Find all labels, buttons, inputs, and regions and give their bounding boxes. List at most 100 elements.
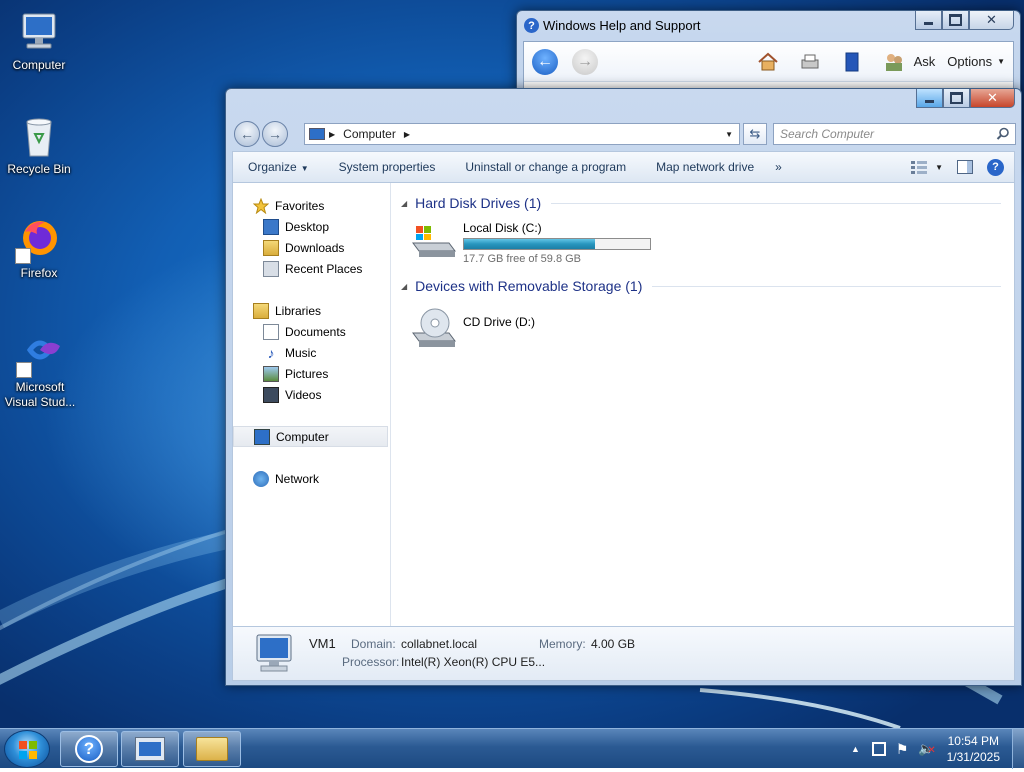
group-header-hard-disk-drives[interactable]: ◢ Hard Disk Drives (1) [401,195,1001,211]
nav-recent-places[interactable]: Recent Places [233,258,390,279]
more-commands-button[interactable]: » [769,160,788,174]
breadcrumb-chevron-icon[interactable]: ▶ [404,130,410,139]
nav-label: Music [285,345,317,360]
breadcrumb-computer[interactable]: Computer [343,127,396,141]
preview-pane-icon[interactable] [957,160,973,174]
help-button[interactable]: ? [987,158,1004,176]
view-options-icon[interactable]: ▼ [911,160,943,174]
show-desktop-button[interactable] [1012,729,1024,769]
maximize-button[interactable] [943,89,970,108]
nav-network[interactable]: Network [233,468,390,489]
home-icon[interactable] [756,50,780,74]
recycle-bin-icon [15,112,63,160]
nav-documents[interactable]: Documents [233,321,390,342]
organize-label: Organize [248,160,297,174]
forward-button[interactable]: → [572,48,598,75]
back-button[interactable]: ← [234,121,260,147]
nav-downloads[interactable]: Downloads [233,237,390,258]
desktop-icon-recycle-bin[interactable]: Recycle Bin [1,112,77,177]
window-title: Windows Help and Support [543,18,701,33]
videos-icon [263,386,279,403]
action-center-flag-icon[interactable]: ⚑ [896,741,909,758]
forward-button[interactable]: → [262,121,288,147]
back-button[interactable]: ← [532,48,558,75]
taskbar-explorer-button[interactable] [183,731,241,767]
ask-button[interactable]: Ask [914,54,936,69]
drive-name: Local Disk (C:) [463,221,542,235]
hard-drive-icon [409,221,457,261]
computer-icon [254,428,270,445]
nav-label: Videos [285,387,322,402]
taskbar-computer-button[interactable] [121,731,179,767]
minimize-button[interactable] [916,89,943,108]
group-header-removable-storage[interactable]: ◢ Devices with Removable Storage (1) [401,278,1001,294]
options-dropdown-icon[interactable]: ▼ [997,57,1005,66]
breadcrumb-separator-icon[interactable]: ▶ [329,130,335,139]
close-button[interactable]: ✕ [970,89,1015,108]
nav-label: Computer [276,429,329,444]
nav-label: Libraries [275,303,322,318]
explorer-window[interactable]: ✕ ← → ▶ Computer ▶ ▼ ⇆ Search Computer O… [225,88,1022,686]
print-icon[interactable] [798,50,822,74]
taskbar-help-button[interactable]: ? [60,731,118,767]
visual-studio-icon [16,330,64,378]
browse-help-icon[interactable] [840,50,864,74]
documents-icon [263,323,279,340]
map-network-drive-button[interactable]: Map network drive [641,160,769,174]
group-title: Devices with Removable Storage (1) [415,278,643,294]
nav-music[interactable]: ♪ Music [233,342,390,363]
organize-button[interactable]: Organize ▼ [233,160,324,174]
nav-label: Network [275,471,320,486]
clock[interactable]: 10:54 PM 1/31/2025 [947,733,1000,765]
nav-pictures[interactable]: Pictures [233,363,390,384]
refresh-button[interactable]: ⇆ [743,123,767,145]
group-divider [652,285,1001,287]
nav-label: Favorites [275,198,325,213]
uninstall-program-button[interactable]: Uninstall or change a program [450,160,641,174]
domain-label: Domain: [351,637,396,651]
address-bar[interactable]: ▶ Computer ▶ ▼ [304,123,740,145]
computer-icon [15,8,63,56]
memory-label: Memory: [539,637,586,651]
options-button[interactable]: Options [947,54,992,69]
nav-desktop[interactable]: Desktop [233,216,390,237]
drive-local-disk-c[interactable]: Local Disk (C:) 17.7 GB free of 59.8 GB [409,221,651,265]
desktop-icon-computer[interactable]: Computer [1,8,77,73]
taskbar: ? ▲ ⚑ 🔈 ✕ 10:54 PM 1/31/2025 [0,728,1024,769]
desktop-icon-firefox[interactable]: Firefox [1,216,77,281]
shortcut-arrow-icon [15,248,31,264]
clock-date: 1/31/2025 [946,750,1000,764]
drive-usage-fill [464,239,595,249]
address-row: ← → ▶ Computer ▶ ▼ ⇆ Search Computer [232,119,1016,149]
drive-cd-d[interactable]: CD Drive (D:) [409,305,535,351]
collapse-icon[interactable]: ◢ [401,282,407,291]
system-properties-button[interactable]: System properties [324,160,451,174]
computer-name: VM1 [309,636,336,651]
network-status-icon[interactable] [871,742,886,756]
desktop-icon [263,218,279,235]
close-button[interactable]: ✕ [969,11,1014,30]
star-icon [252,197,270,214]
shortcut-arrow-icon [16,362,32,378]
windows-logo-icon [19,741,37,759]
pictures-icon [263,365,279,382]
refresh-icon: ⇆ [749,126,761,141]
ask-icon[interactable] [882,50,906,74]
address-dropdown-icon[interactable]: ▼ [725,130,733,139]
nav-favorites[interactable]: Favorites [233,195,390,216]
maximize-button[interactable] [942,11,969,30]
start-button[interactable] [4,730,50,768]
desktop-icon-visual-studio[interactable]: Microsoft Visual Stud... [1,330,79,410]
network-icon [253,470,269,487]
chevron-down-icon: ▼ [300,164,309,173]
search-icon[interactable] [996,127,1010,144]
volume-muted-icon[interactable]: 🔈 ✕ [918,741,935,757]
minimize-button[interactable] [915,11,942,30]
nav-computer[interactable]: Computer [233,426,388,447]
nav-videos[interactable]: Videos [233,384,390,405]
search-input[interactable]: Search Computer [773,123,1016,145]
show-hidden-icons-icon[interactable]: ▲ [851,744,860,754]
collapse-icon[interactable]: ◢ [401,199,407,208]
desktop-icon-label: Computer [12,58,66,72]
nav-libraries[interactable]: Libraries [233,300,390,321]
